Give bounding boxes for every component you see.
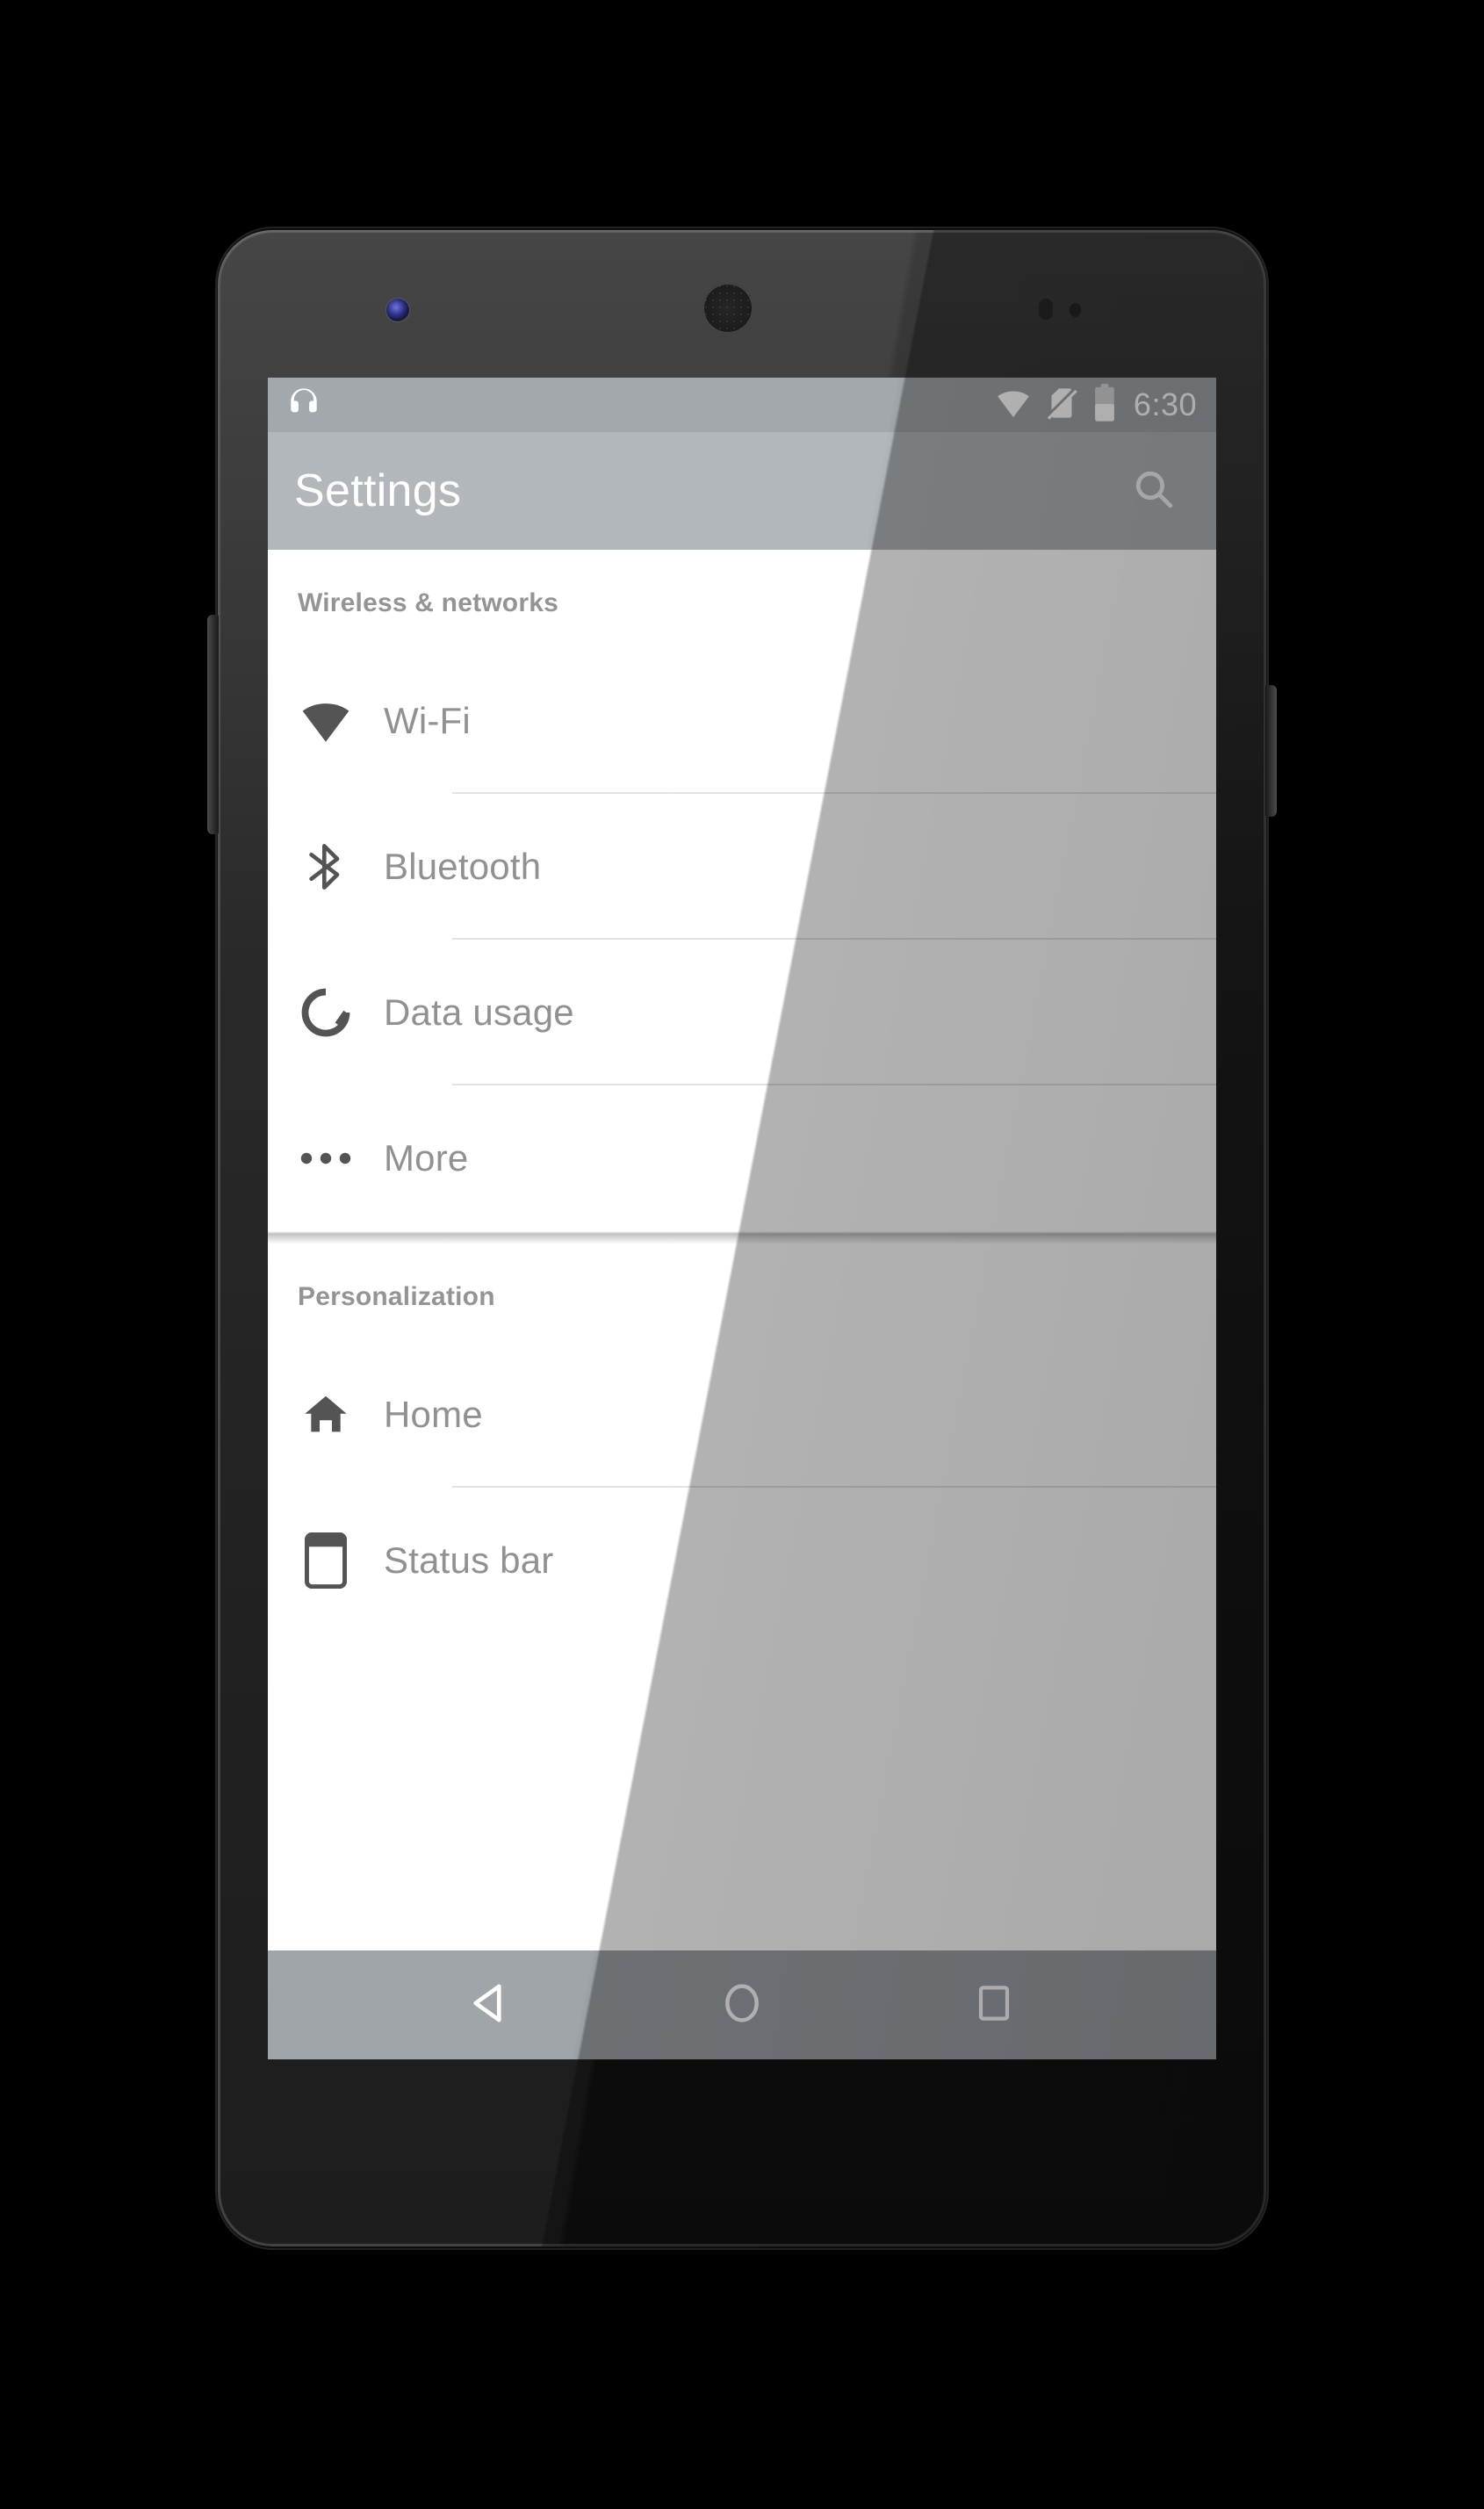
home-button[interactable]	[694, 1957, 790, 2053]
front-camera-icon	[386, 299, 409, 321]
home-circle-icon	[718, 1979, 766, 2031]
settings-row-label: Wi-Fi	[384, 700, 471, 741]
settings-row-label: Home	[384, 1394, 483, 1435]
back-triangle-icon	[465, 1979, 515, 2032]
navigation-bar	[268, 1950, 1216, 2059]
more-horizontal-icon	[268, 1148, 384, 1169]
headphones-icon	[285, 385, 322, 426]
settings-row-data-usage[interactable]: Data usage	[268, 940, 1216, 1085]
section-wireless-networks: Wireless & networks Wi-Fi Bluetooth Data…	[268, 550, 1216, 1231]
power-button[interactable]	[1265, 685, 1277, 817]
recents-button[interactable]	[946, 1957, 1042, 2053]
settings-row-bluetooth[interactable]: Bluetooth	[268, 794, 1216, 940]
status-bar-icon	[268, 1532, 384, 1589]
settings-row-status-bar[interactable]: Status bar	[268, 1488, 1216, 1633]
earpiece-speaker-icon	[702, 283, 753, 334]
search-button[interactable]	[1121, 458, 1186, 523]
settings-row-wifi[interactable]: Wi-Fi	[268, 648, 1216, 794]
recents-square-icon	[973, 1982, 1015, 2029]
settings-row-more[interactable]: More	[268, 1085, 1216, 1231]
settings-row-label: More	[384, 1137, 469, 1179]
status-bar-clock: 6:30	[1133, 386, 1197, 422]
home-icon	[268, 1389, 384, 1440]
proximity-sensor-icon	[1039, 299, 1053, 320]
status-bar: 6:30	[268, 378, 1216, 432]
bluetooth-icon	[268, 841, 384, 892]
wifi-icon	[995, 385, 1032, 426]
no-sim-icon	[1044, 386, 1079, 425]
settings-list[interactable]: Wireless & networks Wi-Fi Bluetooth Data…	[268, 550, 1216, 2059]
data-usage-icon	[268, 986, 384, 1039]
status-bar-right-icons: 6:30	[995, 383, 1197, 427]
section-personalization: Personalization Home Status bar	[268, 1244, 1216, 1633]
wifi-icon	[268, 694, 384, 748]
volume-rocker-button[interactable]	[207, 615, 219, 834]
screenshot-root: 6:30 Settings Wireless & networks Wi-Fi …	[0, 0, 1484, 2509]
light-sensor-icon	[1070, 303, 1081, 317]
search-icon	[1130, 465, 1178, 517]
app-toolbar: Settings	[268, 432, 1216, 550]
section-header-wireless-networks: Wireless & networks	[298, 588, 558, 617]
settings-row-home[interactable]: Home	[268, 1342, 1216, 1488]
settings-row-label: Data usage	[384, 991, 574, 1033]
section-header-personalization: Personalization	[298, 1282, 495, 1311]
battery-icon	[1091, 383, 1118, 427]
page-title: Settings	[294, 465, 462, 516]
settings-row-label: Bluetooth	[384, 846, 542, 887]
back-button[interactable]	[442, 1957, 538, 2053]
phone-screen: 6:30 Settings Wireless & networks Wi-Fi …	[268, 378, 1216, 2059]
settings-row-label: Status bar	[384, 1539, 554, 1581]
status-bar-left-icons	[285, 385, 322, 426]
section-divider	[268, 1231, 1216, 1244]
